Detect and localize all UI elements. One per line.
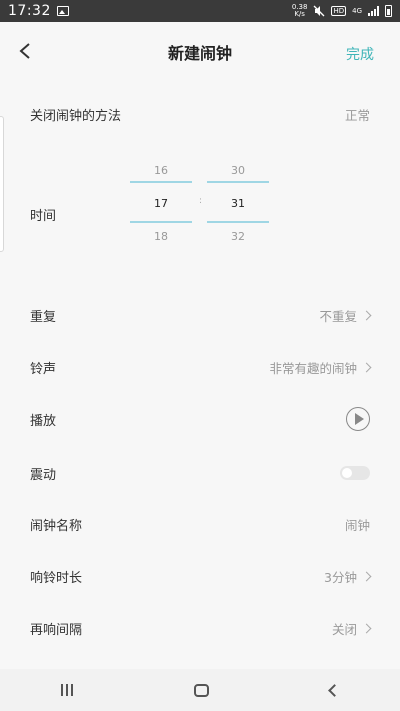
hour-wheel[interactable]: 16 17 18 (130, 154, 192, 253)
network-speed-unit: K/s (294, 10, 305, 18)
play-row: 播放 (0, 403, 400, 435)
vibrate-row: 震动 (0, 457, 400, 489)
ring-duration-label: 响铃时长 (30, 570, 83, 586)
vibrate-label: 震动 (30, 467, 57, 483)
minute-bottom-line (207, 221, 269, 223)
repeat-label: 重复 (30, 309, 57, 325)
network-type: 4G (352, 7, 362, 15)
hour-selected[interactable]: 17 (130, 187, 192, 220)
repeat-value: 不重复 (319, 308, 357, 324)
play-value-wrap (346, 407, 370, 431)
page-title: 新建闹钟 (167, 44, 232, 63)
network-speed: 0.38 K/s (292, 4, 308, 18)
alarm-name-label: 闹钟名称 (30, 518, 83, 534)
status-bar: 17:32 0.38 K/s HD 4G (0, 0, 400, 22)
play-icon[interactable] (346, 407, 370, 431)
home-icon[interactable] (193, 683, 209, 697)
snooze-label: 再响间隔 (30, 622, 83, 638)
done-button[interactable]: 完成 (346, 44, 374, 64)
hd-icon: HD (331, 6, 347, 16)
play-label: 播放 (30, 413, 57, 429)
chevron-right-icon (361, 310, 372, 320)
system-nav-bar (0, 669, 400, 711)
close-method-value: 正常 (344, 107, 370, 123)
minute-wheel[interactable]: 30 31 32 (207, 154, 269, 253)
back-arrow-icon[interactable] (18, 42, 32, 60)
chevron-right-icon (361, 362, 372, 372)
minute-selected[interactable]: 31 (207, 187, 269, 220)
close-method-row[interactable]: 关闭闹钟的方法 正常 (0, 98, 400, 130)
header: 新建闹钟 完成 (0, 22, 400, 82)
snooze-value: 关闭 (331, 621, 357, 637)
chevron-right-icon (361, 571, 372, 581)
recent-apps-icon[interactable] (60, 684, 73, 696)
image-notification-icon (56, 6, 69, 16)
battery-icon (385, 5, 392, 17)
ring-duration-row[interactable]: 响铃时长 3分钟 (0, 560, 400, 592)
hour-top-line (130, 181, 192, 183)
vibrate-value-wrap (340, 466, 370, 480)
chevron-right-icon (361, 623, 372, 633)
side-handle[interactable] (0, 116, 4, 252)
mute-icon (313, 5, 325, 17)
alarm-name-value: 闹钟 (344, 517, 370, 533)
ringtone-label: 铃声 (30, 361, 57, 377)
ringtone-row[interactable]: 铃声 非常有趣的闹钟 (0, 351, 400, 383)
close-method-label: 关闭闹钟的方法 (30, 108, 122, 124)
time-label: 时间 (30, 208, 57, 224)
vibrate-toggle[interactable] (340, 466, 370, 480)
signal-icon (368, 6, 379, 16)
repeat-row[interactable]: 重复 不重复 (0, 299, 400, 331)
nav-back-icon[interactable] (328, 683, 342, 697)
minute-top-line (207, 181, 269, 183)
repeat-value-wrap: 不重复 (319, 306, 372, 325)
alarm-name-row[interactable]: 闹钟名称 闹钟 (0, 508, 400, 540)
hour-option[interactable]: 18 (130, 220, 192, 253)
hour-bottom-line (130, 221, 192, 223)
snooze-value-wrap: 关闭 (331, 619, 372, 638)
time-picker[interactable]: 16 17 18 : 30 31 32 (130, 154, 270, 250)
ringtone-value: 非常有趣的闹钟 (269, 360, 357, 376)
time-separator: : (199, 196, 203, 206)
status-time: 17:32 (8, 3, 51, 19)
ring-duration-value-wrap: 3分钟 (324, 567, 372, 586)
ring-duration-value: 3分钟 (324, 569, 357, 585)
ringtone-value-wrap: 非常有趣的闹钟 (269, 358, 372, 377)
minute-option[interactable]: 32 (207, 220, 269, 253)
snooze-row[interactable]: 再响间隔 关闭 (0, 612, 400, 644)
